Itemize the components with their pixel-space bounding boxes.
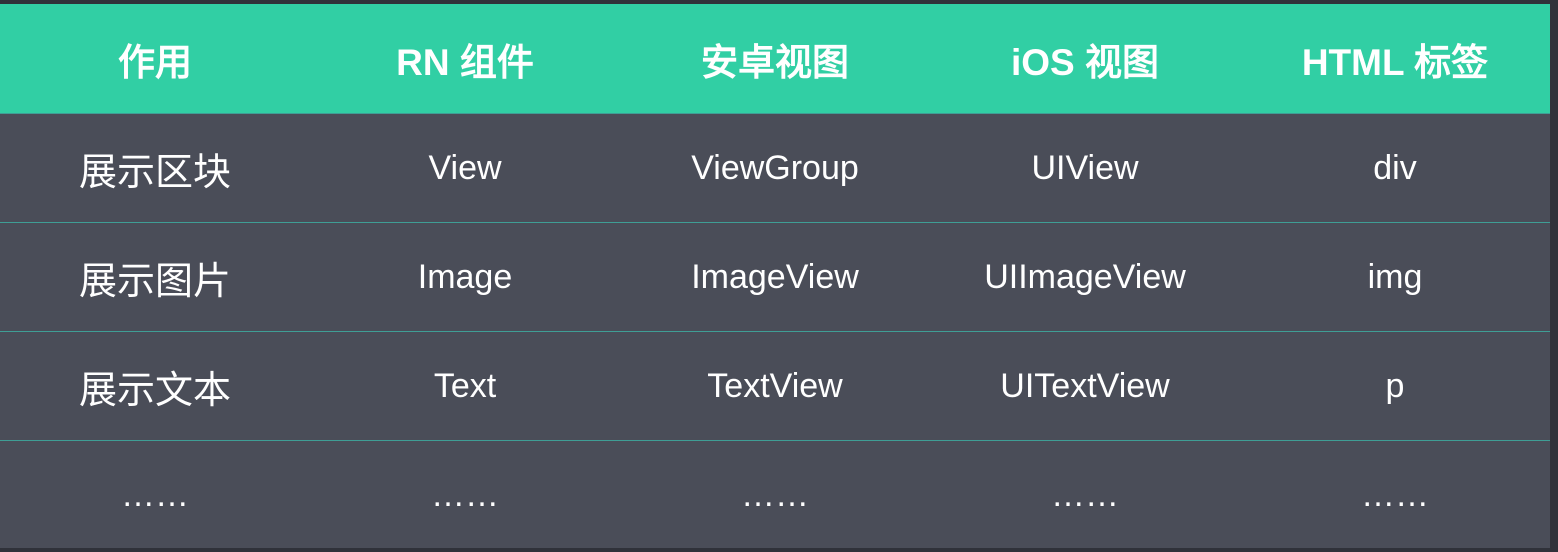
cell-rn-component: …… xyxy=(310,440,620,550)
cell-ios-view: UITextView xyxy=(930,331,1240,441)
cell-ios-view: UIImageView xyxy=(930,222,1240,332)
table-header-row: 作用 RN 组件 安卓视图 iOS 视图 HTML 标签 xyxy=(0,4,1550,114)
slide-frame: 作用 RN 组件 安卓视图 iOS 视图 HTML 标签 展示区块 View V… xyxy=(0,0,1558,552)
cell-android-view: …… xyxy=(620,440,930,550)
cell-rn-component: View xyxy=(310,113,620,223)
bottom-border xyxy=(0,548,1558,552)
header-ios-view: iOS 视图 xyxy=(930,4,1240,114)
cell-android-view: TextView xyxy=(620,331,930,441)
table-row: 展示区块 View ViewGroup UIView div xyxy=(0,113,1550,223)
table-row: …… …… …… …… …… xyxy=(0,440,1550,550)
cell-rn-component: Image xyxy=(310,222,620,332)
cell-ios-view: …… xyxy=(930,440,1240,550)
table-row: 展示文本 Text TextView UITextView p xyxy=(0,331,1550,441)
cell-purpose: 展示区块 xyxy=(0,113,310,223)
header-html-tag: HTML 标签 xyxy=(1240,4,1550,114)
component-mapping-table: 作用 RN 组件 安卓视图 iOS 视图 HTML 标签 展示区块 View V… xyxy=(0,4,1550,550)
right-border xyxy=(1550,0,1558,552)
cell-html-tag: div xyxy=(1240,113,1550,223)
header-rn-component: RN 组件 xyxy=(310,4,620,114)
cell-html-tag: …… xyxy=(1240,440,1550,550)
cell-html-tag: p xyxy=(1240,331,1550,441)
cell-html-tag: img xyxy=(1240,222,1550,332)
header-android-view: 安卓视图 xyxy=(620,4,930,114)
cell-rn-component: Text xyxy=(310,331,620,441)
table-row: 展示图片 Image ImageView UIImageView img xyxy=(0,222,1550,332)
cell-purpose: 展示图片 xyxy=(0,222,310,332)
header-purpose: 作用 xyxy=(0,4,310,114)
cell-purpose: …… xyxy=(0,440,310,550)
cell-android-view: ImageView xyxy=(620,222,930,332)
cell-purpose: 展示文本 xyxy=(0,331,310,441)
cell-ios-view: UIView xyxy=(930,113,1240,223)
cell-android-view: ViewGroup xyxy=(620,113,930,223)
